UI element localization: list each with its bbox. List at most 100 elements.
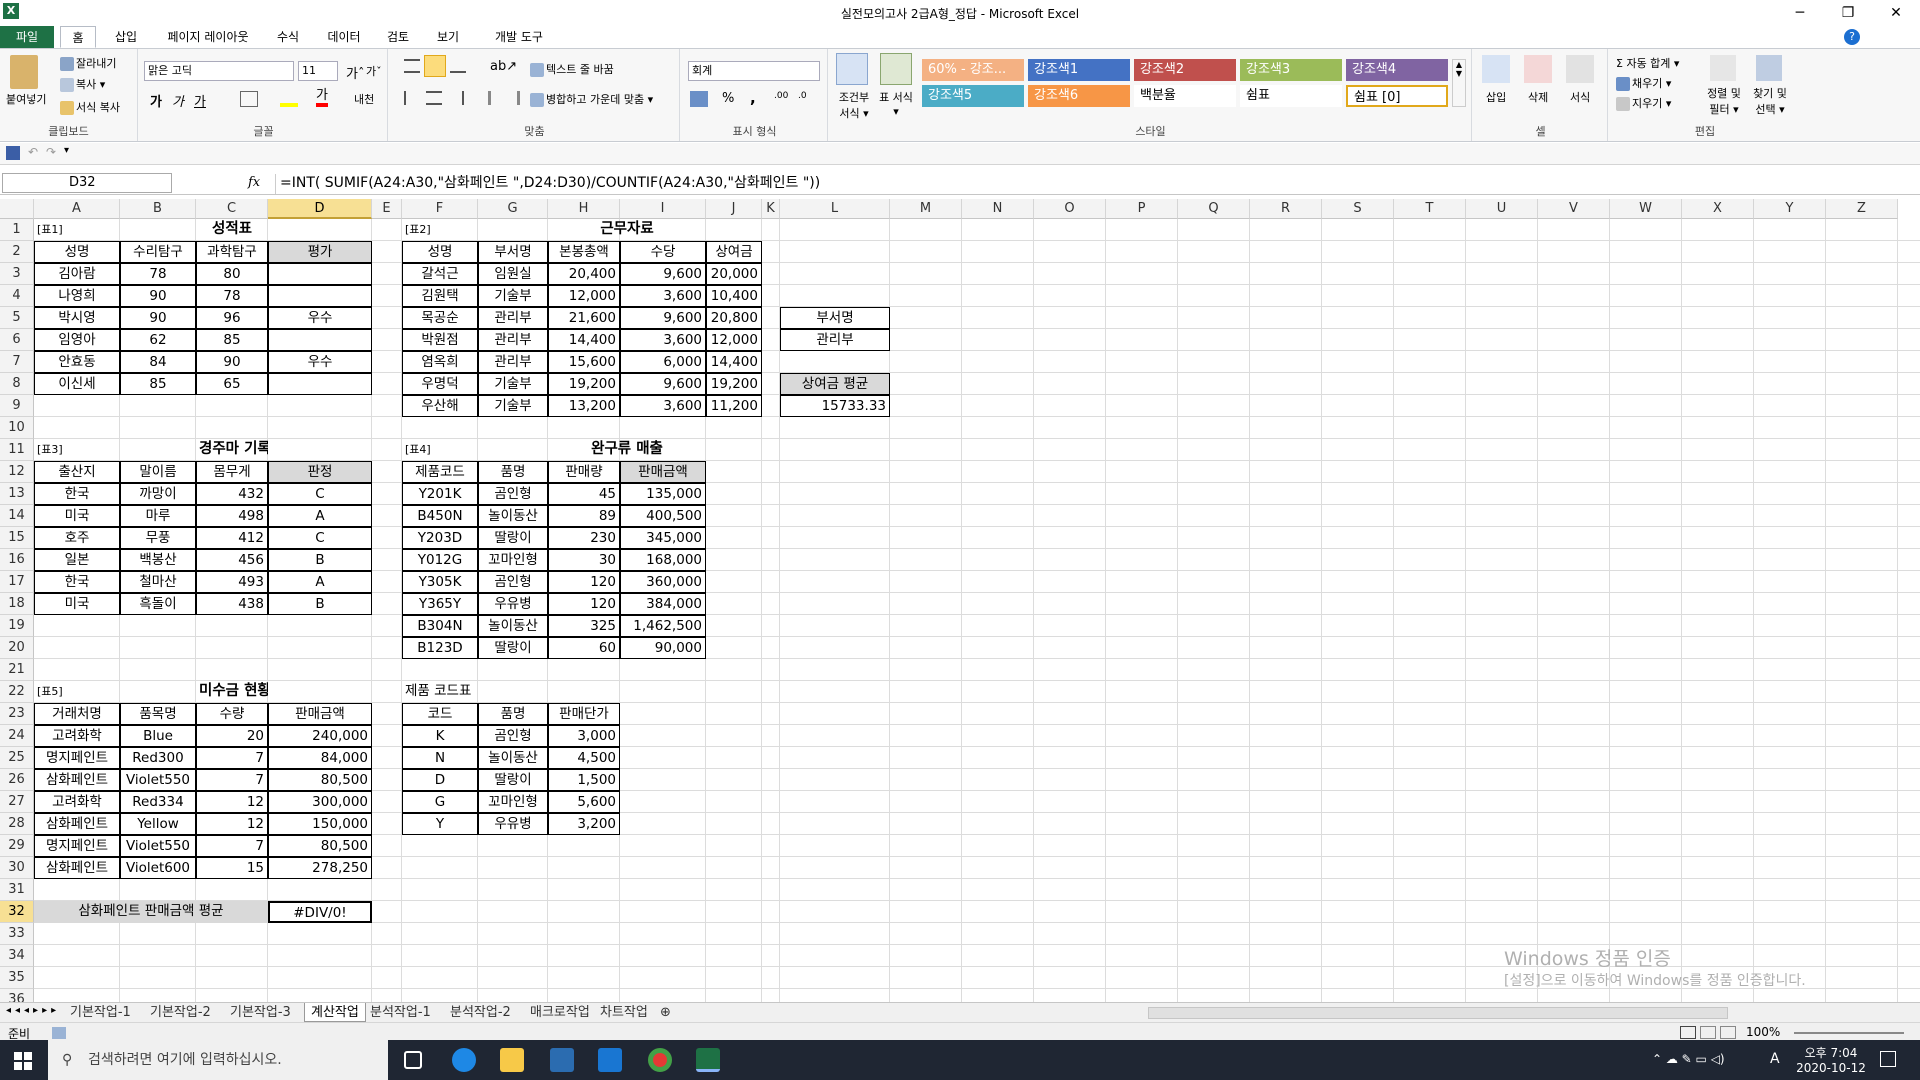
row-header-28[interactable]: 28	[0, 813, 34, 835]
t1-cell[interactable]: 62	[120, 329, 196, 351]
t3-cell[interactable]: 백봉산	[120, 549, 196, 571]
t1-cell[interactable]: 90	[196, 351, 268, 373]
t5-cell[interactable]: 명지페인트	[34, 835, 120, 857]
insert-cells-button[interactable]: 삽입	[1486, 89, 1506, 105]
row-header-19[interactable]: 19	[0, 615, 34, 637]
t5-cell[interactable]: Yellow	[120, 813, 196, 835]
t6-cell[interactable]: 5,600	[548, 791, 620, 813]
t4-cell[interactable]: 60	[548, 637, 620, 659]
t1-cell[interactable]: 85	[120, 373, 196, 395]
t5-cell[interactable]: 80,500	[268, 769, 372, 791]
t1-cell[interactable]: 안효동	[34, 351, 120, 373]
undo-icon[interactable]: ↶	[28, 145, 38, 159]
percent-button[interactable]: %	[722, 91, 734, 106]
t5-cell[interactable]: 삼화페인트	[34, 769, 120, 791]
t5-cell[interactable]: 12	[196, 813, 268, 835]
t5-cell[interactable]: 12	[196, 791, 268, 813]
row-header-1[interactable]: 1	[0, 219, 34, 241]
normal-view-icon[interactable]	[1680, 1026, 1696, 1039]
excel-taskbar-icon[interactable]	[696, 1048, 720, 1072]
t5-cell[interactable]: 고려화학	[34, 791, 120, 813]
t6-header[interactable]: 코드	[402, 703, 478, 725]
tab-view[interactable]: 보기	[430, 26, 466, 48]
t2-cell[interactable]: 김원택	[402, 285, 478, 307]
row-header-10[interactable]: 10	[0, 417, 34, 439]
t1-cell[interactable]	[268, 285, 372, 307]
row-header-2[interactable]: 2	[0, 241, 34, 263]
t1-cell[interactable]: 90	[120, 285, 196, 307]
row-header-29[interactable]: 29	[0, 835, 34, 857]
phonetic-button[interactable]: 내천	[354, 91, 374, 107]
t5-title[interactable]: 미수금 현황	[196, 681, 268, 703]
row-header-33[interactable]: 33	[0, 923, 34, 945]
t5-cell[interactable]: 15	[196, 857, 268, 879]
t3-cell[interactable]: 456	[196, 549, 268, 571]
zoom-slider[interactable]	[1794, 1032, 1904, 1034]
row-header-9[interactable]: 9	[0, 395, 34, 417]
t5-cell[interactable]: 7	[196, 769, 268, 791]
t2-cell[interactable]: 21,600	[548, 307, 620, 329]
t4-cell[interactable]: B450N	[402, 505, 478, 527]
style-60-accent[interactable]: 60% - 강조...	[922, 59, 1024, 81]
chrome-icon[interactable]	[648, 1048, 672, 1072]
wrap-text-button[interactable]: 텍스트 줄 바꿈	[530, 61, 614, 77]
format-painter-button[interactable]: 서식 복사	[60, 99, 120, 115]
redo-icon[interactable]: ↷	[46, 145, 56, 159]
t4-header[interactable]: 제품코드	[402, 461, 478, 483]
orientation-icon[interactable]: ab↗	[490, 59, 517, 74]
t3-header[interactable]: 몸무게	[196, 461, 268, 483]
t4-cell[interactable]: 384,000	[620, 593, 706, 615]
conditional-format-icon[interactable]	[836, 53, 868, 85]
t3-cell[interactable]: 까망이	[120, 483, 196, 505]
style-comma-0[interactable]: 쉼표 [0]	[1346, 85, 1448, 107]
t3-cell[interactable]: 한국	[34, 483, 120, 505]
t5-cell[interactable]: Violet600	[120, 857, 196, 879]
t4-cell[interactable]: B304N	[402, 615, 478, 637]
grow-font-button[interactable]: 가ˆ	[346, 63, 364, 82]
copy-button[interactable]: 복사 ▾	[60, 76, 105, 92]
t2-cell[interactable]: 9,600	[620, 373, 706, 395]
t6-cell[interactable]: N	[402, 747, 478, 769]
tab-insert[interactable]: 삽입	[106, 26, 146, 48]
t2-cell[interactable]: 15,600	[548, 351, 620, 373]
t3-cell[interactable]: A	[268, 505, 372, 527]
fill-button[interactable]: 채우기 ▾	[1616, 75, 1671, 91]
column-header-R[interactable]: R	[1250, 199, 1322, 219]
column-header-E[interactable]: E	[372, 199, 402, 219]
tab-data[interactable]: 데이터	[322, 26, 366, 48]
t4-cell[interactable]: B123D	[402, 637, 478, 659]
indent-increase-icon[interactable]	[506, 91, 520, 105]
t2-cell[interactable]: 20,800	[706, 307, 762, 329]
t2-cell[interactable]: 박원점	[402, 329, 478, 351]
t4-cell[interactable]: Y012G	[402, 549, 478, 571]
t5-cell[interactable]: 80,500	[268, 835, 372, 857]
row-header-5[interactable]: 5	[0, 307, 34, 329]
t6-cell[interactable]: 놀이동산	[478, 747, 548, 769]
row-header-4[interactable]: 4	[0, 285, 34, 307]
currency-icon[interactable]	[690, 91, 708, 107]
taskbar-search-input[interactable]: 검색하려면 여기에 입력하십시오.	[48, 1040, 388, 1080]
edge-browser-icon[interactable]	[452, 1048, 476, 1072]
t2-cell[interactable]: 기술부	[478, 373, 548, 395]
t3-cell[interactable]: B	[268, 593, 372, 615]
t2-cell[interactable]: 19,200	[706, 373, 762, 395]
t2-cell[interactable]: 기술부	[478, 395, 548, 417]
t1-cell[interactable]: 90	[120, 307, 196, 329]
tab-home[interactable]: 홈	[60, 26, 96, 48]
t1-header[interactable]: 성명	[34, 241, 120, 263]
t1-cell[interactable]: 나영희	[34, 285, 120, 307]
t1-cell[interactable]	[268, 263, 372, 285]
t3-tag[interactable]: [표3]	[34, 439, 120, 461]
sheet-tab[interactable]: 기본작업-3	[224, 1003, 297, 1022]
t2-cell[interactable]: 갈석근	[402, 263, 478, 285]
t4-header[interactable]: 판매량	[548, 461, 620, 483]
help-icon[interactable]: ?	[1844, 29, 1860, 45]
table-format-button[interactable]: 표 서식 ▾	[876, 89, 916, 118]
decrease-decimal-icon[interactable]: .0	[798, 91, 807, 101]
column-header-Z[interactable]: Z	[1826, 199, 1898, 219]
t3-cell[interactable]: 498	[196, 505, 268, 527]
t4-cell[interactable]: 30	[548, 549, 620, 571]
file-explorer-icon[interactable]	[500, 1048, 524, 1072]
page-break-view-icon[interactable]	[1720, 1026, 1736, 1039]
t1-cell[interactable]: 우수	[268, 351, 372, 373]
